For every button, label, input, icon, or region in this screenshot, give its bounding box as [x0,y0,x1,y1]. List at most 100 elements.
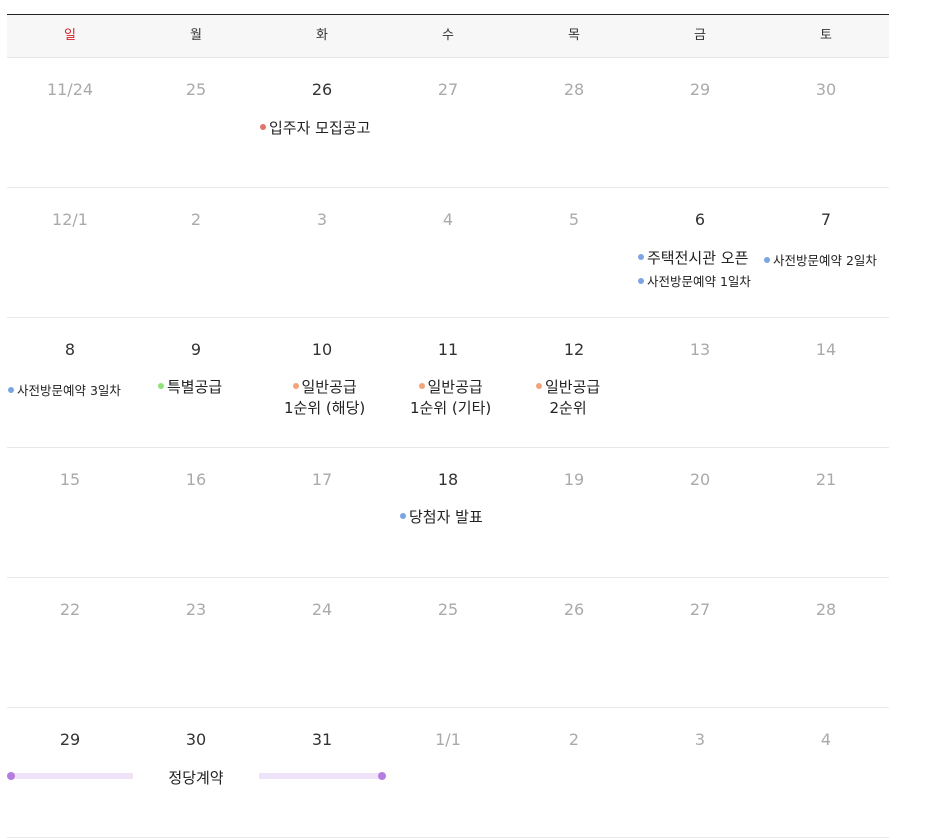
day-number: 4 [442,210,454,229]
day-number: 2 [568,730,580,749]
event-general-1-other[interactable]: 일반공급 1순위 (기타) [410,377,491,419]
day-number: 2 [190,210,202,229]
day-number: 11/24 [46,80,94,99]
event-label: 일반공급 [301,378,357,396]
day-number: 12 [563,340,585,359]
day-cell[interactable]: 4 [385,188,511,317]
event-recruit-notice[interactable]: 입주자 모집공고 [260,118,370,139]
day-cell[interactable]: 25 [385,578,511,707]
event-label-line2: 1순위 (해당) [284,399,366,417]
event-previsit-3[interactable]: 사전방문예약 3일차 [8,380,121,401]
day-number: 21 [815,470,837,489]
day-number: 13 [689,340,711,359]
weekday-tue: 화 [316,28,328,43]
event-showroom-open[interactable]: 주택전시관 오픈 [638,248,748,269]
day-cell[interactable]: 30 [763,58,889,187]
day-cell[interactable]: 17 [259,448,385,577]
day-number: 4 [820,730,832,749]
day-cell[interactable]: 27 [385,58,511,187]
day-cell[interactable]: 21 [763,448,889,577]
contract-period-bar-left [10,773,133,779]
event-dot-icon [764,256,770,263]
day-cell[interactable]: 16 [133,448,259,577]
day-cell[interactable]: 2 [133,188,259,317]
day-cell[interactable]: 3 [637,708,763,837]
event-label: 특별공급 [167,378,223,396]
day-cell[interactable]: 27 [637,578,763,707]
event-dot-icon [536,382,542,389]
day-number: 25 [437,600,459,619]
day-number: 18 [437,470,459,489]
day-cell[interactable]: 25 [133,58,259,187]
day-cell[interactable]: 15 [7,448,133,577]
day-number: 1/1 [435,730,461,749]
week-row: 12/1 2 3 4 5 6 7 주택전시관 오픈 사전방문예약 1일차 사전방… [7,188,889,318]
day-number: 6 [694,210,706,229]
event-general-1-local[interactable]: 일반공급 1순위 (해당) [284,377,365,419]
event-label: 입주자 모집공고 [269,119,371,137]
event-dot-icon [638,253,644,260]
day-number: 26 [311,80,333,99]
day-cell[interactable]: 14 [763,318,889,447]
day-cell[interactable]: 23 [133,578,259,707]
day-number: 8 [64,340,76,359]
day-cell[interactable]: 4 [763,708,889,837]
event-label: 사전방문예약 1일차 [647,274,751,289]
event-special-supply[interactable]: 특별공급 [158,377,222,398]
event-dot-icon [638,277,644,284]
day-number: 28 [563,80,585,99]
day-cell[interactable]: 11/24 [7,58,133,187]
day-number: 3 [694,730,706,749]
weekday-sat: 토 [820,28,832,43]
day-number: 14 [815,340,837,359]
event-label: 사전방문예약 2일차 [773,253,877,268]
day-number: 31 [311,730,333,749]
day-number: 23 [185,600,207,619]
event-contract[interactable]: 정당계약 [133,767,259,788]
day-number: 12/1 [52,210,88,229]
calendar: 일 월 화 수 목 금 토 11/24 25 26 27 28 29 30 입주… [7,14,889,838]
day-cell[interactable]: 22 [7,578,133,707]
day-number: 30 [815,80,837,99]
event-label: 사전방문예약 3일차 [17,383,121,398]
day-number: 26 [563,600,585,619]
day-cell[interactable]: 3 [259,188,385,317]
event-winner-announce[interactable]: 당첨자 발표 [400,507,483,528]
day-cell[interactable]: 1/1 [385,708,511,837]
day-cell[interactable]: 19 [511,448,637,577]
weekday-mon: 월 [190,28,202,43]
day-cell[interactable]: 24 [259,578,385,707]
day-cell[interactable]: 29 [637,58,763,187]
event-previsit-1[interactable]: 사전방문예약 1일차 [638,271,751,292]
weekday-fri: 금 [694,28,706,43]
event-dot-icon [292,382,299,389]
day-cell[interactable]: 26 [511,578,637,707]
event-dot-icon [260,123,266,130]
event-label: 일반공급 [427,378,483,396]
weekday-wed: 수 [442,28,454,43]
day-number: 16 [185,470,207,489]
event-label: 당첨자 발표 [409,508,483,526]
day-number: 3 [316,210,328,229]
day-cell[interactable]: 13 [637,318,763,447]
week-row: 8 9 10 11 12 13 14 사전방문예약 3일차 특별공급 일반공급 1… [7,318,889,448]
day-number: 19 [563,470,585,489]
event-dot-icon [418,382,425,389]
event-label-line2: 2순위 [549,399,587,417]
day-number: 29 [689,80,711,99]
weekday-thu: 목 [568,28,580,43]
event-general-2[interactable]: 일반공급 2순위 [536,377,600,419]
week-row: 11/24 25 26 27 28 29 30 입주자 모집공고 [7,58,889,188]
event-label: 일반공급 [545,378,601,396]
day-cell[interactable]: 12/1 [7,188,133,317]
day-cell[interactable]: 28 [763,578,889,707]
day-number: 28 [815,600,837,619]
day-cell[interactable]: 28 [511,58,637,187]
day-number: 27 [689,600,711,619]
event-previsit-2[interactable]: 사전방문예약 2일차 [764,250,877,271]
day-cell[interactable]: 2 [511,708,637,837]
day-cell[interactable]: 20 [637,448,763,577]
contract-period-bar-right [259,773,383,779]
day-cell[interactable]: 5 [511,188,637,317]
week-row: 29 30 31 1/1 2 3 4 정당계약 [7,708,889,838]
